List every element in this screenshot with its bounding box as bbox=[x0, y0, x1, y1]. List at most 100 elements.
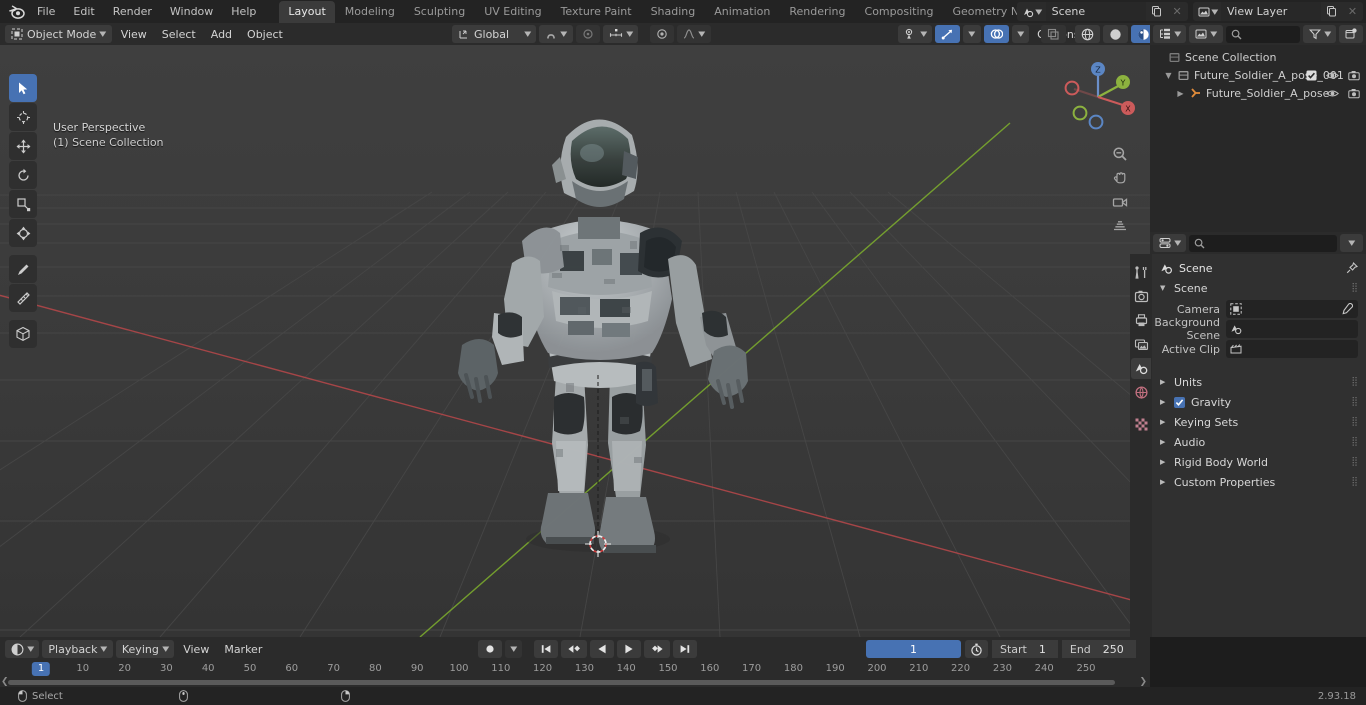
view-layer-icon[interactable]: ▼ bbox=[1192, 2, 1221, 21]
outliner-row-object[interactable]: ▶ Future_Soldier_A_pose bbox=[1150, 84, 1366, 102]
custom-properties-panel-header[interactable]: ▶ Custom Properties ⣿ bbox=[1152, 472, 1366, 492]
viewport-menu-select[interactable]: Select bbox=[156, 25, 202, 43]
viewport-menu-view[interactable]: View bbox=[115, 25, 153, 43]
eye-icon[interactable] bbox=[1326, 70, 1339, 81]
shading-solid-button[interactable] bbox=[1103, 25, 1129, 43]
falloff-type-dropdown[interactable]: ▼ bbox=[677, 25, 711, 43]
jump-to-end-button[interactable] bbox=[673, 640, 698, 658]
properties-tab-world[interactable] bbox=[1131, 382, 1151, 403]
measure-tool-button[interactable] bbox=[9, 284, 37, 312]
gravity-panel-header[interactable]: ▶ Gravity ⣿ bbox=[1152, 392, 1366, 412]
play-button[interactable] bbox=[617, 640, 642, 658]
timeline-menu-view[interactable]: View bbox=[177, 640, 215, 658]
workspace-tab-animation[interactable]: Animation bbox=[705, 1, 779, 23]
xray-toggle-button[interactable] bbox=[1041, 25, 1067, 43]
ortho-persp-icon[interactable] bbox=[1109, 215, 1130, 236]
auto-keying-button[interactable] bbox=[478, 640, 502, 658]
menu-file[interactable]: File bbox=[28, 2, 64, 21]
eye-icon[interactable] bbox=[1326, 88, 1339, 99]
properties-tab-render[interactable] bbox=[1131, 286, 1151, 307]
properties-search-box[interactable] bbox=[1189, 234, 1337, 252]
outliner-filter-button[interactable]: ▼ bbox=[1302, 25, 1336, 43]
zoom-icon[interactable] bbox=[1109, 143, 1130, 164]
transform-tool-button[interactable] bbox=[9, 219, 37, 247]
disclosure-triangle-closed[interactable]: ▶ bbox=[1176, 89, 1185, 98]
start-frame-control[interactable]: Start 1 bbox=[992, 640, 1058, 658]
rotate-tool-button[interactable] bbox=[9, 161, 37, 189]
object-visibility-dropdown[interactable]: ▼ bbox=[898, 25, 933, 43]
keying-sets-panel-header[interactable]: ▶ Keying Sets ⣿ bbox=[1152, 412, 1366, 432]
playback-dropdown[interactable]: Playback ▼ bbox=[42, 640, 113, 658]
overlays-toggle-button[interactable] bbox=[983, 25, 1009, 43]
outliner-search-box[interactable] bbox=[1225, 25, 1300, 43]
scene-icon[interactable]: ▼ bbox=[1017, 2, 1046, 21]
timeline-playhead[interactable]: 1 bbox=[31, 662, 51, 676]
overlays-dropdown[interactable]: ▼ bbox=[1011, 25, 1030, 43]
scene-name-field[interactable]: Scene bbox=[1045, 2, 1146, 21]
object-mode-dropdown[interactable]: Object Mode ▼ bbox=[5, 25, 112, 43]
properties-search-input[interactable] bbox=[1209, 236, 1332, 250]
timeline-ruler[interactable]: 10 20 30 40 50 60 70 80 90 100 110 120 130 140 150 160 1… bbox=[0, 661, 1150, 677]
properties-tab-view-layer[interactable] bbox=[1131, 334, 1151, 355]
3d-viewport[interactable]: User Perspective (1) Scene Collection Z … bbox=[0, 45, 1150, 637]
menu-window[interactable]: Window bbox=[161, 2, 222, 21]
proportional-falloff-toggle[interactable] bbox=[650, 25, 675, 43]
collection-checkbox[interactable] bbox=[1306, 70, 1317, 81]
properties-tab-output[interactable] bbox=[1131, 310, 1151, 331]
scale-tool-button[interactable] bbox=[9, 190, 37, 218]
start-value[interactable]: 1 bbox=[1034, 640, 1058, 658]
cursor-tool-button[interactable] bbox=[9, 103, 37, 131]
camera-icon[interactable] bbox=[1109, 191, 1130, 212]
eyedropper-icon[interactable] bbox=[1341, 303, 1353, 315]
snap-target-dropdown[interactable]: ▼ bbox=[602, 25, 639, 43]
units-panel-header[interactable]: ▶ Units ⣿ bbox=[1152, 372, 1366, 392]
active-clip-field[interactable] bbox=[1226, 340, 1358, 358]
properties-tab-scene[interactable] bbox=[1131, 358, 1151, 379]
workspace-tab-compositing[interactable]: Compositing bbox=[856, 1, 943, 23]
keying-dropdown[interactable]: Keying ▼ bbox=[115, 640, 175, 658]
navigation-gizmo[interactable]: Z Y X bbox=[1060, 59, 1136, 135]
tweak-tool-button[interactable] bbox=[9, 74, 37, 102]
viewport-menu-add[interactable]: Add bbox=[205, 25, 238, 43]
properties-editor-type-dropdown[interactable]: ▼ bbox=[1153, 234, 1187, 252]
timeline-menu-marker[interactable]: Marker bbox=[218, 640, 268, 658]
new-scene-button[interactable] bbox=[1145, 2, 1167, 21]
remove-scene-button[interactable]: ✕ bbox=[1166, 2, 1188, 21]
scene-panel-header[interactable]: ▼ Scene ⣿ bbox=[1152, 278, 1366, 298]
outliner-row-scene-collection[interactable]: Scene Collection bbox=[1150, 48, 1366, 66]
background-scene-field[interactable] bbox=[1226, 320, 1358, 338]
gizmo-toggle-button[interactable] bbox=[935, 25, 961, 43]
pin-icon[interactable] bbox=[1346, 262, 1358, 274]
current-frame-field[interactable]: 1 bbox=[866, 640, 961, 658]
gravity-checkbox[interactable] bbox=[1174, 396, 1185, 408]
shading-wireframe-button[interactable] bbox=[1075, 25, 1101, 43]
properties-tab-texture[interactable] bbox=[1131, 414, 1151, 435]
menu-render[interactable]: Render bbox=[104, 2, 161, 21]
timeline-scroll-right-arrow[interactable]: ❯ bbox=[1139, 677, 1147, 687]
annotate-tool-button[interactable] bbox=[9, 255, 37, 283]
properties-panel[interactable]: Scene ▼ Scene ⣿ Camera Background Scene … bbox=[1152, 254, 1366, 637]
timeline-scroll-left-arrow[interactable]: ❮ bbox=[1, 677, 9, 687]
properties-options-dropdown[interactable]: ▼ bbox=[1339, 234, 1363, 252]
view-layer-name-field[interactable]: View Layer bbox=[1221, 2, 1321, 21]
outliner-filter-id-dropdown[interactable]: ▼ bbox=[1189, 25, 1223, 43]
workspace-tab-sculpting[interactable]: Sculpting bbox=[405, 1, 474, 23]
outliner-search-input[interactable] bbox=[1245, 27, 1295, 41]
workspace-tab-rendering[interactable]: Rendering bbox=[780, 1, 854, 23]
workspace-tab-texture-paint[interactable]: Texture Paint bbox=[552, 1, 641, 23]
end-frame-control[interactable]: End 250 bbox=[1061, 640, 1136, 658]
timeline-editor-type-dropdown[interactable]: ▼ bbox=[5, 640, 40, 658]
viewport-menu-object[interactable]: Object bbox=[241, 25, 289, 43]
end-value[interactable]: 250 bbox=[1098, 640, 1136, 658]
outliner-tree[interactable]: Scene Collection ▼ Future_Soldier_A_pose… bbox=[1150, 45, 1366, 232]
audio-panel-header[interactable]: ▶ Audio ⣿ bbox=[1152, 432, 1366, 452]
disclosure-triangle-open[interactable]: ▼ bbox=[1164, 71, 1173, 80]
move-tool-button[interactable] bbox=[9, 132, 37, 160]
workspace-tab-shading[interactable]: Shading bbox=[642, 1, 705, 23]
menu-edit[interactable]: Edit bbox=[64, 2, 103, 21]
next-keyframe-button[interactable] bbox=[644, 640, 671, 658]
snap-toggle-button[interactable]: ▼ bbox=[539, 25, 573, 43]
blender-logo-icon[interactable] bbox=[0, 4, 28, 19]
workspace-tab-uv-editing[interactable]: UV Editing bbox=[475, 1, 550, 23]
scene-selector[interactable]: ▼ Scene ✕ bbox=[1017, 2, 1188, 21]
